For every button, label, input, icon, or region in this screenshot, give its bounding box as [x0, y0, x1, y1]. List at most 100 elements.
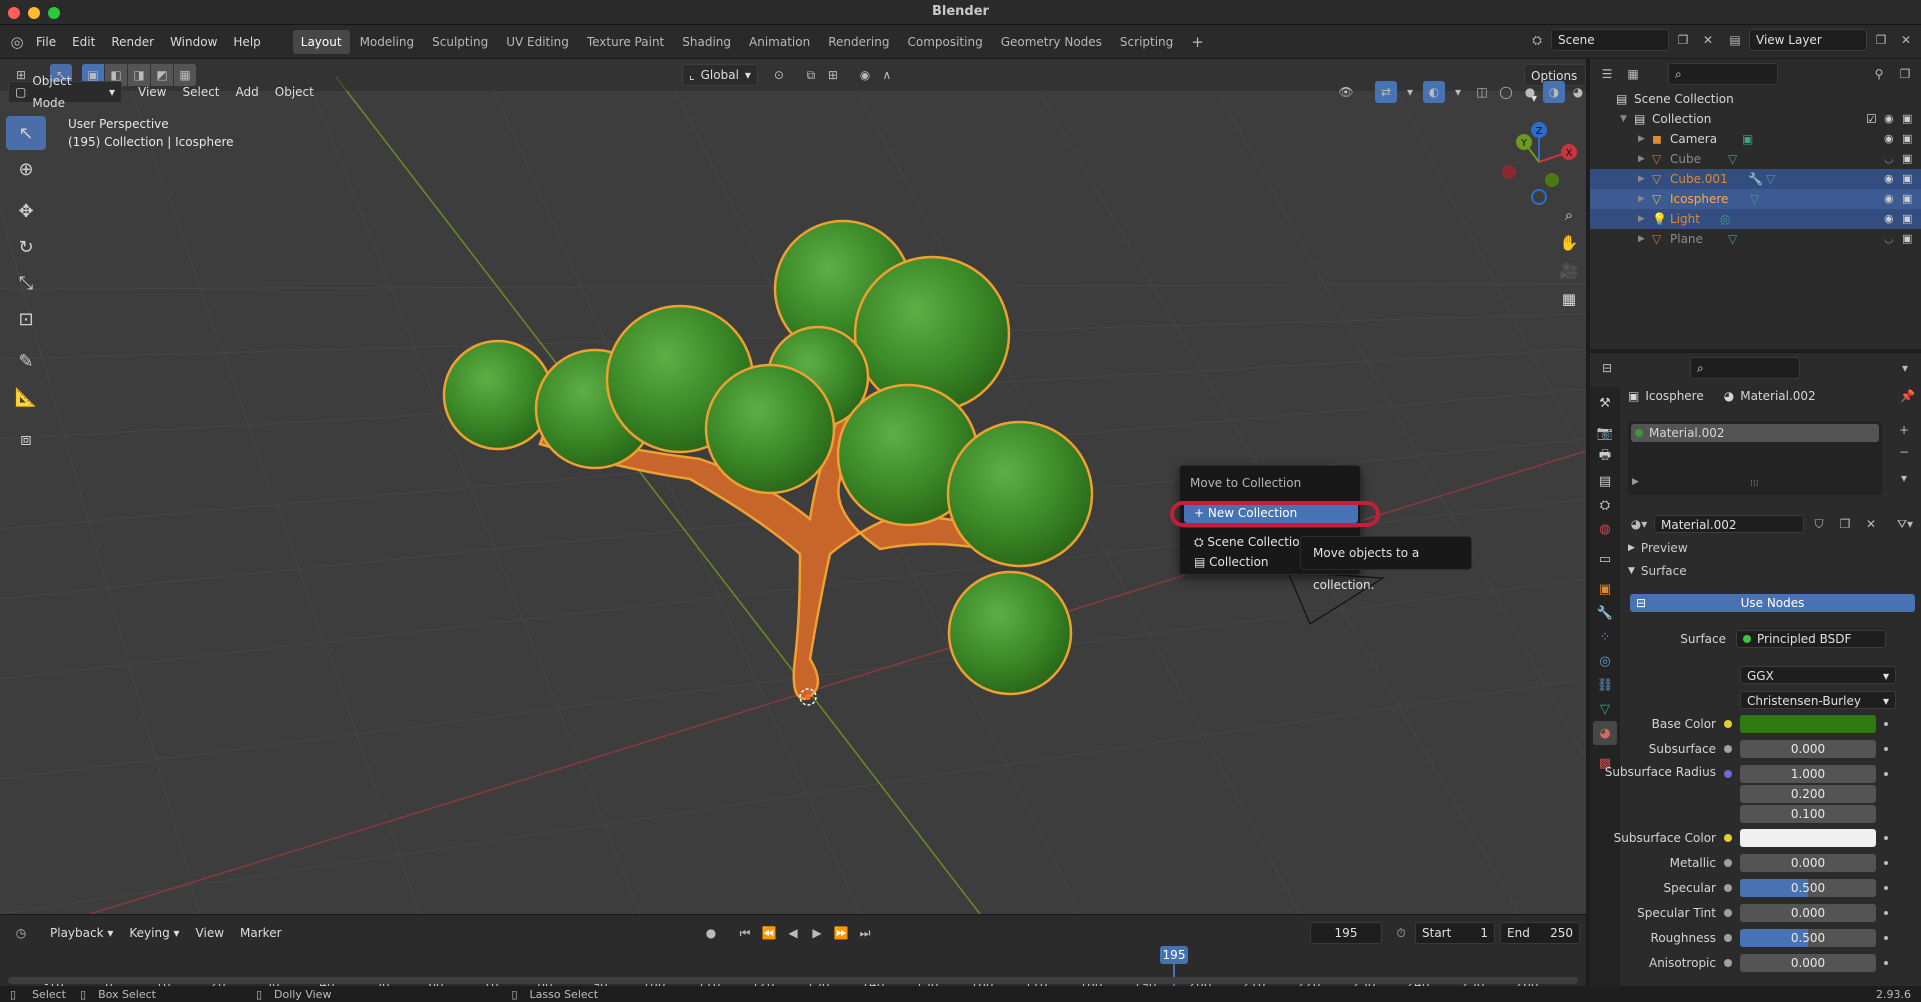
tab-uv-editing[interactable]: UV Editing — [498, 30, 577, 54]
viewport-menu-view[interactable]: View — [132, 81, 172, 103]
timeline-editor-type-icon[interactable]: ◷ — [10, 922, 32, 944]
eye-icon[interactable]: ◉ — [1884, 189, 1894, 209]
light-data-icon[interactable]: ◎ — [1720, 209, 1730, 229]
pivot-point-icon[interactable]: ⊙ — [768, 64, 790, 86]
tab-scripting[interactable]: Scripting — [1112, 30, 1181, 54]
constraints-tab-icon[interactable]: ⛓ — [1593, 673, 1617, 697]
pin-icon[interactable]: 📌 — [1900, 389, 1915, 403]
tab-animation[interactable]: Animation — [741, 30, 818, 54]
frame-ruler[interactable]: -10 0 10 20 30 40 50 60 70 80 90 100 110… — [0, 943, 1586, 991]
checkbox-icon[interactable]: ☑ — [1866, 109, 1877, 129]
view-layer-icon[interactable]: ▤ — [1724, 29, 1746, 51]
expand-icon[interactable]: ▶ — [1638, 129, 1645, 149]
falloff-icon[interactable]: ∧ — [876, 64, 898, 86]
timeline-menu-playback[interactable]: Playback ▾ — [44, 922, 119, 944]
mode-dropdown[interactable]: ▢ Object Mode ▾ — [8, 74, 122, 110]
roughness-slider[interactable]: 0.500 — [1740, 929, 1876, 947]
playhead-frame-label[interactable]: 195 — [1160, 946, 1188, 964]
eye-icon[interactable]: ◉ — [1884, 109, 1894, 129]
tab-sculpting[interactable]: Sculpting — [424, 30, 496, 54]
material-name-field[interactable]: Material.002 — [1654, 515, 1804, 533]
slot-specials-icon[interactable]: ▾ — [1893, 467, 1915, 489]
overlays-icon[interactable]: ◐ — [1423, 81, 1445, 103]
color-socket-icon[interactable] — [1724, 720, 1732, 728]
pan-hand-icon[interactable]: ✋ — [1555, 229, 1583, 257]
render-icon[interactable]: ▣ — [1902, 109, 1912, 129]
properties-editor-type-icon[interactable]: ⊟ — [1596, 357, 1618, 379]
overlays-dropdown-icon[interactable]: ▾ — [1447, 81, 1469, 103]
modifier-icon[interactable]: 🔧 — [1748, 169, 1763, 189]
value-socket-icon[interactable] — [1724, 884, 1732, 892]
color-socket-icon[interactable] — [1724, 834, 1732, 842]
render-icon[interactable]: ▣ — [1902, 189, 1912, 209]
collection-tab-icon[interactable]: ▭ — [1593, 547, 1617, 571]
preview-panel-header[interactable]: ▶ Preview — [1628, 541, 1688, 555]
outliner-row-cube[interactable]: ▶ ▽ Cube ▽ ◡ ▣ — [1590, 149, 1921, 169]
browse-material-icon[interactable]: ◕▾ — [1628, 513, 1650, 535]
mesh-data-icon[interactable]: ▽ — [1728, 229, 1737, 249]
select-box-tool-icon[interactable]: ↖ — [6, 116, 46, 150]
measure-tool-icon[interactable]: 📐 — [6, 380, 46, 414]
render-icon[interactable]: ▣ — [1902, 229, 1912, 249]
end-frame-field[interactable]: End 250 — [1500, 922, 1580, 944]
fake-user-icon[interactable]: ⛉ — [1808, 513, 1830, 535]
value-socket-icon[interactable] — [1724, 909, 1732, 917]
link-dropdown-icon[interactable]: ⛛▾ — [1894, 513, 1916, 535]
tab-rendering[interactable]: Rendering — [820, 30, 897, 54]
outliner-row-collection[interactable]: ▼ ▤ Collection ☑ ◉ ▣ — [1590, 109, 1921, 129]
start-frame-field[interactable]: Start 1 — [1415, 922, 1495, 944]
perspective-toggle-icon[interactable]: ▦ — [1555, 285, 1583, 313]
scale-tool-icon[interactable]: ⤡ — [6, 266, 46, 300]
material-shading-icon[interactable]: ◑ — [1543, 81, 1565, 103]
particles-tab-icon[interactable]: ⁘ — [1593, 625, 1617, 649]
xray-icon[interactable]: ◫ — [1471, 81, 1493, 103]
display-mode-icon[interactable]: ▦ — [1622, 63, 1644, 85]
render-icon[interactable]: ▣ — [1902, 129, 1912, 149]
viewport-menu-add[interactable]: Add — [230, 81, 265, 103]
add-cube-tool-icon[interactable]: ⧈ — [6, 422, 46, 456]
surface-panel-header[interactable]: ▼ Surface — [1628, 564, 1687, 578]
material-slot-list[interactable]: Material.002 ▶ ⁞⁞⁞ — [1628, 421, 1882, 495]
keyframe-dot-icon[interactable] — [1884, 747, 1888, 751]
delete-scene-icon[interactable]: ✕ — [1697, 29, 1719, 51]
timeline-menu-view[interactable]: View — [190, 922, 230, 944]
proportional-editing-icon[interactable]: ◉ — [854, 64, 876, 86]
menu-help[interactable]: Help — [225, 31, 268, 53]
expand-icon[interactable]: ▶ — [1638, 149, 1645, 169]
anisotropic-field[interactable]: 0.000 — [1740, 954, 1876, 972]
next-keyframe-icon[interactable]: ⏩ — [830, 922, 852, 944]
render-tab-icon[interactable]: 📷 — [1593, 421, 1617, 445]
prev-keyframe-icon[interactable]: ⏪ — [758, 922, 780, 944]
add-slot-icon[interactable]: + — [1893, 419, 1915, 441]
transform-orientation-dropdown[interactable]: ⌞ Global ▾ — [682, 64, 758, 86]
scene-icon[interactable]: ⛭ — [1526, 29, 1548, 51]
properties-options-icon[interactable]: ▾ — [1894, 357, 1916, 379]
remove-slot-icon[interactable]: − — [1893, 441, 1915, 463]
current-frame-field[interactable]: 195 — [1310, 922, 1382, 944]
keyframe-dot-icon[interactable] — [1884, 861, 1888, 865]
value-socket-icon[interactable] — [1724, 745, 1732, 753]
annotate-tool-icon[interactable]: ✎ — [6, 344, 46, 378]
camera-data-icon[interactable]: ▣ — [1742, 129, 1753, 149]
cursor-tool-icon[interactable]: ⊕ — [6, 152, 46, 186]
vector-socket-icon[interactable] — [1724, 770, 1732, 778]
snap-target-icon[interactable]: ⊞ — [822, 64, 844, 86]
outliner-row-plane[interactable]: ▶ ▽ Plane ▽ ◡ ▣ — [1590, 229, 1921, 249]
viewport-menu-select[interactable]: Select — [176, 81, 225, 103]
expand-icon[interactable]: ▶ — [1638, 189, 1645, 209]
new-view-layer-icon[interactable]: ❐ — [1870, 29, 1892, 51]
menu-window[interactable]: Window — [162, 31, 225, 53]
world-tab-icon[interactable]: ◍ — [1593, 517, 1617, 541]
timeline-scrollbar[interactable] — [8, 977, 1578, 984]
expand-icon[interactable]: ▶ — [1638, 169, 1645, 189]
render-icon[interactable]: ▣ — [1902, 169, 1912, 189]
expand-icon[interactable]: ▶ — [1638, 229, 1645, 249]
eye-icon[interactable]: ◉ — [1884, 209, 1894, 229]
zoom-icon[interactable]: ⌕ — [1555, 201, 1583, 229]
tab-layout[interactable]: Layout — [292, 29, 350, 54]
add-workspace-button[interactable]: + — [1183, 30, 1212, 54]
expand-icon[interactable]: ▼ — [1620, 109, 1627, 129]
eye-icon[interactable]: ◉ — [1884, 129, 1894, 149]
timeline-menu-marker[interactable]: Marker — [234, 922, 287, 944]
subsurface-field[interactable]: 0.000 — [1740, 740, 1876, 758]
